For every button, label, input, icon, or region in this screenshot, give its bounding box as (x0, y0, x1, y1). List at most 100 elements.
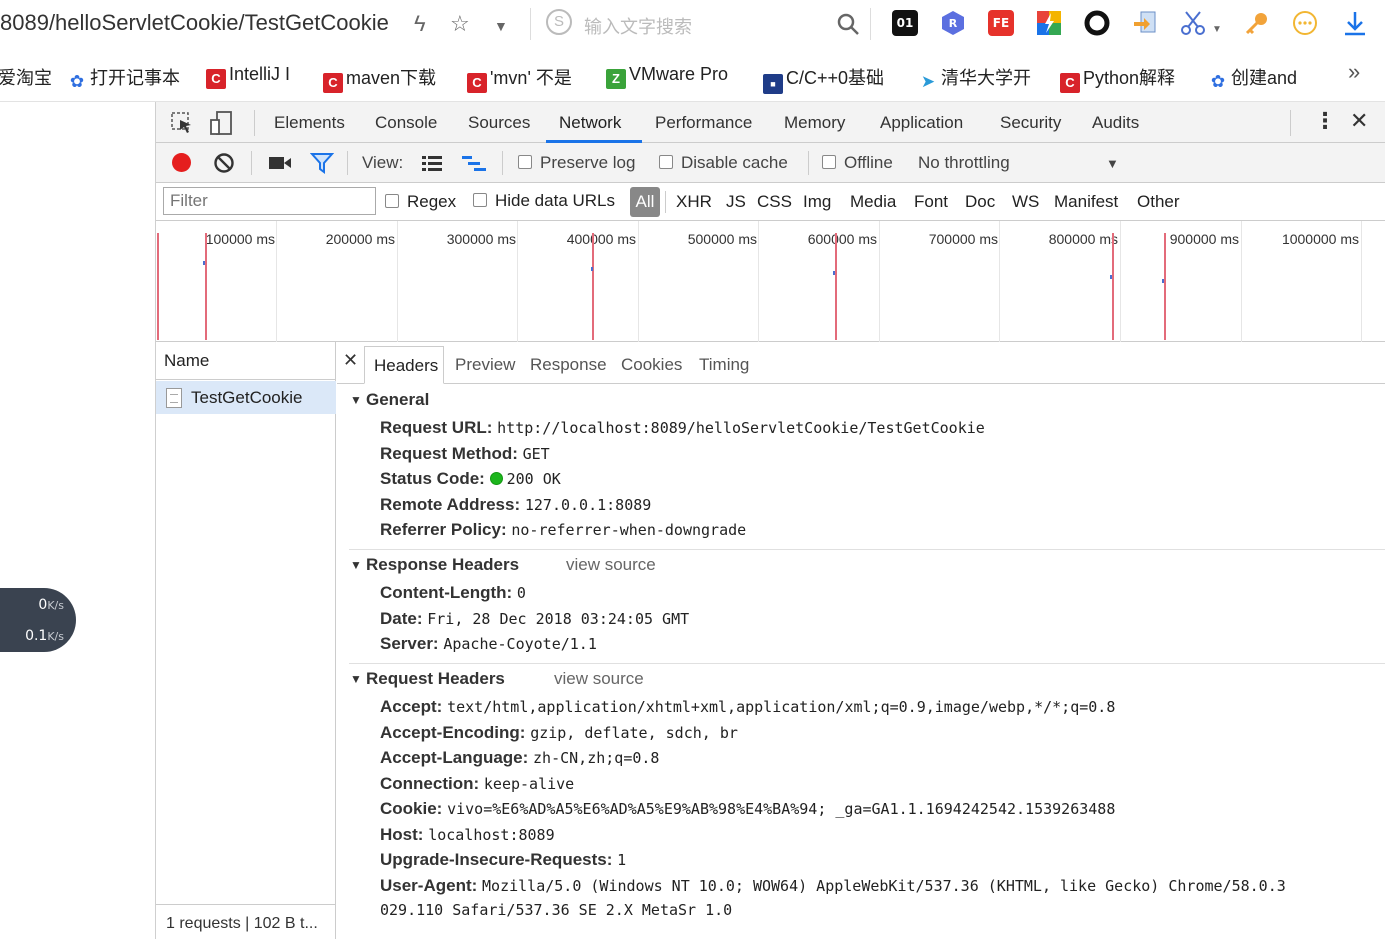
name-column-header[interactable]: Name (156, 342, 336, 380)
filter-type-all[interactable]: All (630, 187, 660, 217)
bookmark-item[interactable]: ✿ 创建and (1208, 64, 1297, 92)
bookmark-item[interactable]: ➤ 清华大学开 (918, 64, 1031, 92)
tab-elements[interactable]: Elements (274, 113, 345, 133)
network-speed-widget[interactable]: 0K/s 0.1K/s (0, 588, 76, 652)
view-source-link[interactable]: view source (554, 669, 644, 689)
filter-type-media[interactable]: Media (850, 192, 896, 212)
filter-type-other[interactable]: Other (1137, 192, 1180, 212)
filter-type-css[interactable]: CSS (757, 192, 792, 212)
ring-ext-icon[interactable] (1084, 10, 1110, 36)
star-bookmark-icon[interactable]: ☆ (450, 10, 470, 38)
bookmark-item[interactable]: ✿ 打开记事本 (67, 64, 180, 92)
checkbox[interactable] (518, 155, 532, 169)
divider (349, 549, 1385, 550)
checkbox[interactable] (659, 155, 673, 169)
color-ext-icon[interactable] (1036, 10, 1062, 36)
filter-type-js[interactable]: JS (726, 192, 746, 212)
section-general-toggle[interactable]: ▼ General (350, 390, 429, 410)
filter-type-doc[interactable]: Doc (965, 192, 995, 212)
tab-timing[interactable]: Timing (699, 355, 749, 375)
bookmark-item[interactable]: 爱淘宝 (0, 64, 52, 90)
tab-preview[interactable]: Preview (455, 355, 515, 375)
waterfall-overview-icon[interactable] (461, 154, 487, 172)
close-devtools-icon[interactable]: ✕ (1350, 108, 1368, 134)
dropdown-icon[interactable]: ▼ (1212, 16, 1222, 44)
divider (502, 151, 503, 175)
throttling-select[interactable]: No throttling (918, 153, 1010, 173)
checkbox[interactable] (822, 155, 836, 169)
tab-response[interactable]: Response (530, 355, 607, 375)
tab-performance[interactable]: Performance (655, 113, 752, 133)
dropdown-icon[interactable]: ▼ (494, 12, 508, 40)
grid-line (517, 221, 518, 342)
network-overview-timeline[interactable]: 100000 ms 200000 ms 300000 ms 400000 ms … (156, 221, 1385, 342)
section-response-headers-toggle[interactable]: ▼ Response Headers (350, 555, 519, 575)
bookmark-item[interactable]: C Python解释 (1060, 64, 1175, 93)
header-row: Content-Length: 0 (380, 583, 526, 602)
key-icon[interactable] (1244, 10, 1270, 36)
bookmark-item[interactable]: Z VMware Pro (606, 64, 728, 89)
hide-data-urls-checkbox[interactable]: Hide data URLs (473, 191, 615, 211)
chevron-down-icon[interactable]: ▼ (1106, 156, 1119, 171)
request-list: Name TestGetCookie 1 requests | 102 B t.… (156, 342, 336, 939)
more-options-icon[interactable]: ⋮ (1314, 108, 1336, 134)
binary-ext-icon[interactable]: 01 (892, 10, 918, 36)
header-row: Upgrade-Insecure-Requests: 1 (380, 850, 627, 869)
lightning-icon[interactable]: ϟ (414, 10, 426, 38)
filter-type-font[interactable]: Font (914, 192, 948, 212)
record-icon[interactable] (172, 153, 191, 172)
triangle-down-icon: ▼ (350, 558, 362, 572)
device-toolbar-icon[interactable] (210, 110, 234, 136)
capture-screenshots-icon[interactable] (268, 155, 292, 171)
section-request-headers-toggle[interactable]: ▼ Request Headers (350, 669, 505, 689)
tab-security[interactable]: Security (1000, 113, 1061, 133)
divider (254, 110, 255, 136)
tab-cookies[interactable]: Cookies (621, 355, 682, 375)
scissors-icon[interactable] (1180, 10, 1206, 36)
hex-r-ext-icon[interactable]: R (940, 10, 966, 36)
bookmark-item[interactable]: ■ C/C++0基础 (763, 64, 884, 94)
checkbox[interactable] (473, 193, 487, 207)
filter-type-xhr[interactable]: XHR (676, 192, 712, 212)
offline-checkbox[interactable]: Offline (822, 153, 893, 173)
search-icon[interactable] (836, 12, 860, 36)
regex-checkbox[interactable]: Regex (385, 192, 456, 212)
tab-memory[interactable]: Memory (784, 113, 845, 133)
request-row[interactable]: TestGetCookie (156, 381, 336, 414)
bookmark-item[interactable]: C'mvn' 不是 (467, 64, 572, 93)
clear-icon[interactable] (213, 152, 235, 174)
url-field[interactable]: 8089/helloServletCookie/TestGetCookie (0, 10, 389, 36)
tab-audits[interactable]: Audits (1092, 113, 1139, 133)
more-bookmarks-icon[interactable]: » (1348, 59, 1360, 85)
grid-line (1361, 221, 1362, 342)
preserve-log-checkbox[interactable]: Preserve log (518, 153, 635, 173)
download-icon[interactable] (1342, 10, 1368, 36)
disable-cache-checkbox[interactable]: Disable cache (659, 153, 788, 173)
filter-type-manifest[interactable]: Manifest (1054, 192, 1118, 212)
filter-icon[interactable] (310, 152, 334, 174)
more-dots-icon[interactable] (1292, 10, 1318, 36)
tab-application[interactable]: Application (880, 113, 963, 133)
blue-badge-icon: ■ (763, 74, 783, 94)
filter-type-ws[interactable]: WS (1012, 192, 1039, 212)
tab-network[interactable]: Network (559, 113, 621, 133)
import-ext-icon[interactable] (1132, 10, 1158, 36)
tab-headers[interactable]: Headers (364, 346, 444, 384)
filter-type-img[interactable]: Img (803, 192, 831, 212)
address-bar: 8089/helloServletCookie/TestGetCookie ϟ … (0, 0, 1385, 48)
header-row: Connection: keep-alive (380, 774, 575, 793)
header-row: Accept: text/html,application/xhtml+xml,… (380, 697, 1116, 716)
tab-console[interactable]: Console (375, 113, 437, 133)
bookmark-item[interactable]: C IntelliJ I (206, 64, 290, 89)
large-rows-icon[interactable] (421, 154, 443, 172)
inspect-element-icon[interactable] (170, 111, 194, 135)
search-input[interactable]: 输入文字搜索 (584, 13, 692, 39)
tab-sources[interactable]: Sources (468, 113, 530, 133)
close-detail-icon[interactable]: ✕ (343, 350, 358, 371)
checkbox[interactable] (385, 194, 399, 208)
view-source-link[interactable]: view source (566, 555, 656, 575)
filter-input[interactable] (163, 187, 376, 215)
fe-ext-icon[interactable]: FE (988, 10, 1014, 36)
bookmark-item[interactable]: Cmaven下载 (323, 64, 436, 93)
bookmark-label: Python解释 (1083, 68, 1176, 88)
